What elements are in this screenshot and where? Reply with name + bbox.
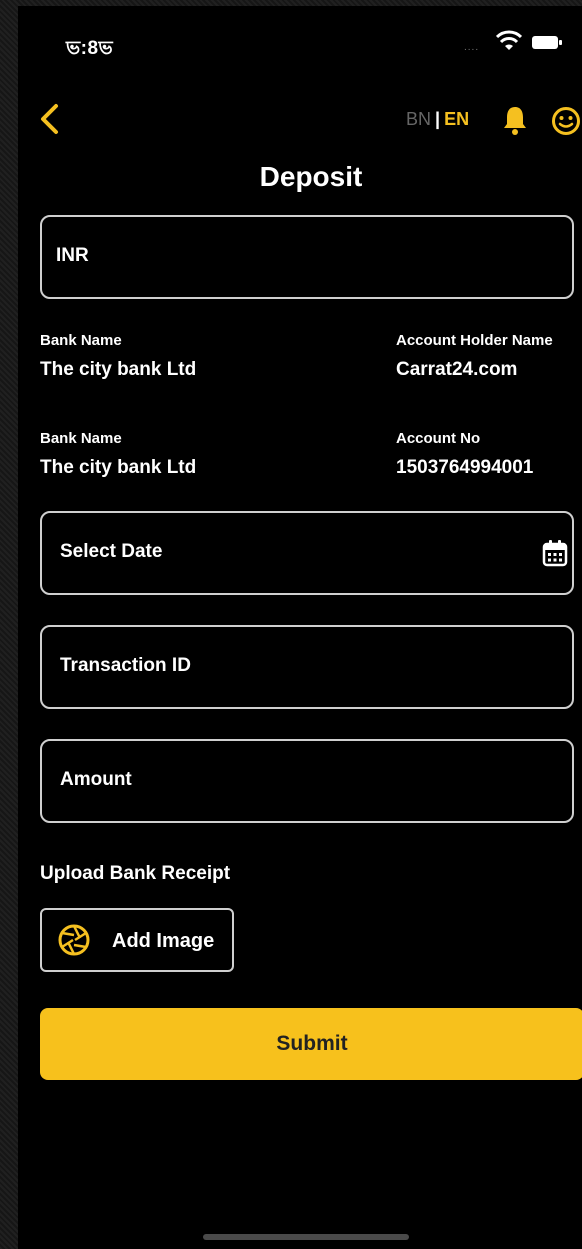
page-title: Deposit [259, 161, 363, 192]
date-placeholder: Select Date [60, 541, 163, 562]
status-bar: ভ:8ভ .... [18, 6, 582, 86]
status-time: ভ:8ভ [66, 38, 114, 59]
amount-placeholder: Amount [60, 769, 132, 790]
account-no-label: Account No [396, 430, 481, 447]
lang-en-option[interactable]: EN [444, 109, 469, 129]
home-indicator [203, 1234, 409, 1240]
language-switcher[interactable]: BN | EN [406, 109, 469, 130]
currency-field[interactable]: INR [40, 215, 574, 299]
chevron-left-icon[interactable] [36, 102, 62, 136]
bank-name-value-2: The city bank Ltd [40, 457, 197, 478]
account-holder-label: Account Holder Name [396, 332, 553, 349]
upload-receipt-label: Upload Bank Receipt [40, 863, 231, 884]
bank-name-label-2: Bank Name [40, 430, 122, 447]
add-image-label: Add Image [112, 930, 215, 952]
transaction-id-field[interactable]: Transaction ID [40, 625, 574, 709]
submit-label: Submit [276, 1032, 348, 1055]
wifi-icon [496, 30, 522, 50]
aperture-icon [58, 924, 90, 956]
lang-separator: | [435, 109, 441, 129]
bank-name-label: Bank Name [40, 332, 122, 349]
account-holder-value: Carrat24.com [396, 359, 518, 380]
calendar-icon[interactable] [542, 539, 568, 567]
battery-icon [532, 36, 562, 49]
lang-bn-option[interactable]: BN [406, 109, 431, 129]
phone-screen: ভ:8ভ .... BN | EN Deposit INR Bank Name Th… [18, 6, 582, 1249]
bank-name-value: The city bank Ltd [40, 359, 197, 380]
transaction-id-placeholder: Transaction ID [60, 655, 191, 676]
account-no-value: 1503764994001 [396, 457, 534, 478]
signal-icon: .... [464, 42, 480, 53]
smiley-icon[interactable] [551, 106, 581, 136]
date-field[interactable]: Select Date [40, 511, 574, 595]
bell-icon[interactable] [501, 104, 529, 136]
currency-value: INR [56, 245, 89, 266]
submit-button[interactable]: Submit [40, 1008, 582, 1080]
add-image-button[interactable]: Add Image [40, 908, 234, 972]
amount-field[interactable]: Amount [40, 739, 574, 823]
